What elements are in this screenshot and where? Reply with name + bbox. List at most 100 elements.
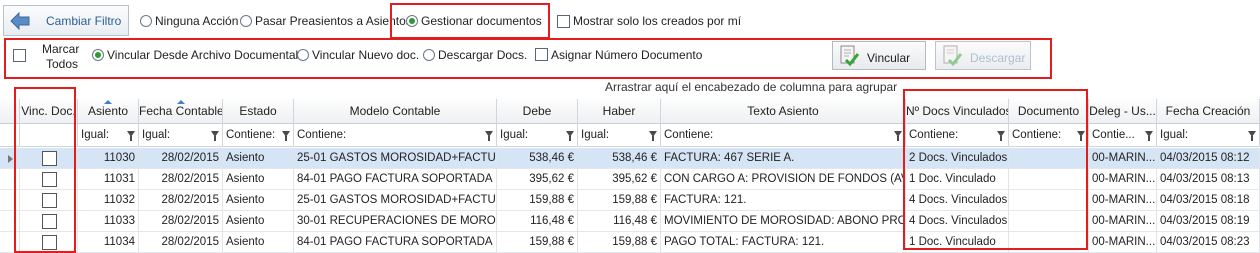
filter-texto-asiento[interactable]: Contiene: <box>661 124 906 147</box>
col-header-haber[interactable]: Haber <box>578 99 661 124</box>
radio-pasar-preasientos-label: Pasar Preasientos a Asientos <box>255 14 412 28</box>
cell-modelo-contable: 84-01 PAGO FACTURA SOPORTADA <box>294 169 497 190</box>
cell-debe: 159,88 € <box>497 190 578 211</box>
radio-pasar-preasientos[interactable] <box>240 15 252 27</box>
filter-haber[interactable]: Igual: <box>578 124 661 147</box>
cell-asiento: 11032 <box>78 190 139 211</box>
cell-haber: 538,46 € <box>578 148 661 169</box>
filter-funnel-icon[interactable] <box>649 131 657 141</box>
radio-ninguna-accion-label: Ninguna Acción <box>155 14 239 28</box>
cell-texto-asiento: CON CARGO A: PROVISION DE FONDOS (AVA... <box>661 169 906 190</box>
cell-fecha-contable: 28/02/2015 <box>139 211 223 232</box>
radio-vincular-archivo[interactable] <box>92 49 104 61</box>
filter-funnel-icon[interactable] <box>1248 131 1256 141</box>
mostrar-solo-mios-label: Mostrar solo los creados por mí <box>573 14 742 28</box>
cell-fecha-creacion: 04/03/2015 08:23 <box>1157 232 1260 253</box>
back-arrow-icon <box>10 12 30 30</box>
filter-modelo-contable[interactable]: Contiene: <box>294 124 497 147</box>
filter-funnel-icon[interactable] <box>894 131 902 141</box>
cambiar-filtro-label: Cambiar Filtro <box>46 14 122 28</box>
cell-haber: 159,88 € <box>578 232 661 253</box>
cell-deleg-us: 00-MARIN... <box>1089 148 1157 169</box>
cell-asiento: 11031 <box>78 169 139 190</box>
filter-fecha-contable[interactable]: Igual: <box>139 124 223 147</box>
marcar-todos-label-2: Todos <box>46 57 79 71</box>
filter-funnel-icon[interactable] <box>566 131 574 141</box>
cell-fecha-contable: 28/02/2015 <box>139 148 223 169</box>
vincular-button[interactable]: Vincular <box>832 41 926 70</box>
radio-gestionar-documentos[interactable] <box>406 15 418 27</box>
vincular-document-check-icon <box>840 45 860 67</box>
cell-modelo-contable: 25-01 GASTOS MOROSIDAD+FACTU... <box>294 148 497 169</box>
marcar-todos-label-1: Marcar <box>42 42 80 56</box>
cambiar-filtro-button[interactable]: Cambiar Filtro <box>3 5 129 36</box>
cell-haber: 395,62 € <box>578 169 661 190</box>
vincular-label: Vincular <box>867 51 911 65</box>
cell-estado: Asiento <box>223 169 294 190</box>
cell-deleg-us: 00-MARIN... <box>1089 190 1157 211</box>
cell-debe: 116,48 € <box>497 211 578 232</box>
radio-descargar-docs[interactable] <box>423 49 435 61</box>
cell-estado: Asiento <box>223 211 294 232</box>
cell-deleg-us: 00-MARIN... <box>1089 211 1157 232</box>
cell-estado: Asiento <box>223 190 294 211</box>
col-header-debe[interactable]: Debe <box>497 99 578 124</box>
col-header-asiento[interactable]: Asiento <box>78 99 139 124</box>
highlight-docs-columns <box>903 89 1088 250</box>
cell-debe: 159,88 € <box>497 232 578 253</box>
cell-fecha-contable: 28/02/2015 <box>139 169 223 190</box>
radio-vincular-nuevo[interactable] <box>297 49 309 61</box>
col-header-modelo-contable[interactable]: Modelo Contable <box>294 99 497 124</box>
cell-fecha-creacion: 04/03/2015 08:13 <box>1157 169 1260 190</box>
filter-asiento[interactable]: Igual: <box>78 124 139 147</box>
col-header-fecha-creacion[interactable]: Fecha Creación <box>1157 99 1260 124</box>
cell-haber: 159,88 € <box>578 190 661 211</box>
cell-fecha-creacion: 04/03/2015 08:19 <box>1157 211 1260 232</box>
asignar-numero-checkbox[interactable] <box>535 48 548 61</box>
cell-deleg-us: 00-MARIN... <box>1089 232 1157 253</box>
cell-estado: Asiento <box>223 148 294 169</box>
filter-funnel-icon[interactable] <box>1145 131 1153 141</box>
radio-ninguna-accion[interactable] <box>140 15 152 27</box>
filter-funnel-icon[interactable] <box>211 131 219 141</box>
col-header-estado[interactable]: Estado <box>223 99 294 124</box>
descargar-button[interactable]: Descargar <box>935 41 1031 70</box>
filter-fecha-creacion[interactable]: Igual: <box>1157 124 1260 147</box>
marcar-todos-checkbox[interactable] <box>13 49 26 62</box>
col-header-fecha-contable[interactable]: Fecha Contable <box>139 99 223 124</box>
filter-debe[interactable]: Igual: <box>497 124 578 147</box>
group-by-hint: Arrastrar aquí el encabezado de columna … <box>605 80 898 94</box>
descargar-label: Descargar <box>970 51 1026 65</box>
radio-gestionar-documentos-label: Gestionar documentos <box>421 14 542 28</box>
sort-asc-icon <box>104 100 112 104</box>
cell-estado: Asiento <box>223 232 294 253</box>
filter-funnel-icon[interactable] <box>485 131 493 141</box>
filter-estado[interactable]: Contiene: <box>223 124 294 147</box>
cell-texto-asiento: FACTURA: 467 SERIE A. <box>661 148 906 169</box>
highlight-vinc-doc-column <box>14 87 76 253</box>
radio-vincular-archivo-label: Vincular Desde Archivo Documental <box>107 48 299 62</box>
current-row-arrow-icon <box>8 155 13 163</box>
mostrar-solo-mios-checkbox[interactable] <box>557 15 570 28</box>
cell-asiento: 11030 <box>78 148 139 169</box>
cell-fecha-creacion: 04/03/2015 08:18 <box>1157 190 1260 211</box>
cell-debe: 538,46 € <box>497 148 578 169</box>
col-header-deleg-us[interactable]: Deleg - Us... <box>1089 99 1157 124</box>
filter-funnel-icon[interactable] <box>282 131 290 141</box>
sort-asc-icon <box>176 100 185 104</box>
filter-funnel-icon[interactable] <box>127 131 135 141</box>
cell-asiento: 11033 <box>78 211 139 232</box>
filter-deleg-us[interactable]: Contie... <box>1089 124 1157 147</box>
asignar-numero-label: Asignar Número Documento <box>551 48 703 62</box>
cell-modelo-contable: 84-01 PAGO FACTURA SOPORTADA <box>294 232 497 253</box>
radio-descargar-docs-label: Descargar Docs. <box>438 48 528 62</box>
cell-texto-asiento: FACTURA: 121. <box>661 190 906 211</box>
cell-deleg-us: 00-MARIN... <box>1089 169 1157 190</box>
radio-vincular-nuevo-label: Vincular Nuevo doc. <box>312 48 420 62</box>
cell-debe: 395,62 € <box>497 169 578 190</box>
col-header-texto-asiento[interactable]: Texto Asiento <box>661 99 906 124</box>
descargar-document-check-icon <box>943 45 963 67</box>
cell-haber: 116,48 € <box>578 211 661 232</box>
cell-asiento: 11034 <box>78 232 139 253</box>
cell-modelo-contable: 30-01 RECUPERACIONES DE MOROS... <box>294 211 497 232</box>
